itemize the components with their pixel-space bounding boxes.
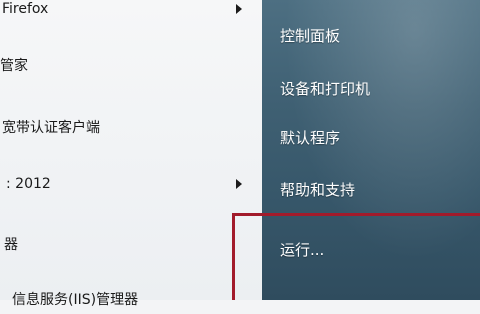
program-label: Firefox: [2, 1, 49, 17]
menu-item-label: 控制面板: [280, 26, 341, 45]
menu-item-default-programs[interactable]: 默认程序: [280, 123, 340, 151]
submenu-arrow-icon: [236, 179, 242, 189]
program-item-firefox[interactable]: Firefox: [0, 0, 262, 24]
program-item-qi[interactable]: 器: [0, 229, 262, 259]
menu-item-label: 默认程序: [280, 128, 341, 147]
program-item-guanjia[interactable]: 管家: [0, 50, 262, 80]
program-label: 宽带认证客户端: [2, 120, 100, 136]
start-menu-programs-pane: Firefox 管家 宽带认证客户端 : 2012 器 信息服务(IIS)管理器: [0, 0, 263, 308]
highlight-box-top-edge: [232, 213, 480, 216]
menu-item-help-support[interactable]: 帮助和支持: [280, 175, 355, 203]
menu-item-run[interactable]: 运行...: [280, 235, 324, 263]
menu-item-label: 运行...: [280, 240, 325, 259]
program-item-broadband-client[interactable]: 宽带认证客户端: [0, 112, 262, 142]
program-label: 信息服务(IIS)管理器: [12, 292, 139, 308]
menu-item-control-panel[interactable]: 控制面板: [280, 21, 340, 49]
program-item-iis-manager[interactable]: 信息服务(IIS)管理器: [0, 284, 262, 314]
highlight-box-left-edge: [232, 213, 235, 300]
submenu-arrow-icon: [236, 4, 242, 14]
program-label: 器: [4, 237, 18, 253]
program-label: : 2012: [6, 176, 51, 192]
start-menu-system-pane: 控制面板 设备和打印机 默认程序 帮助和支持 运行...: [262, 0, 480, 300]
menu-item-label: 设备和打印机: [280, 79, 371, 98]
program-label: 管家: [0, 58, 28, 74]
menu-item-label: 帮助和支持: [280, 180, 356, 199]
program-item-2012[interactable]: : 2012: [0, 169, 262, 199]
menu-item-devices-printers[interactable]: 设备和打印机: [280, 74, 370, 102]
